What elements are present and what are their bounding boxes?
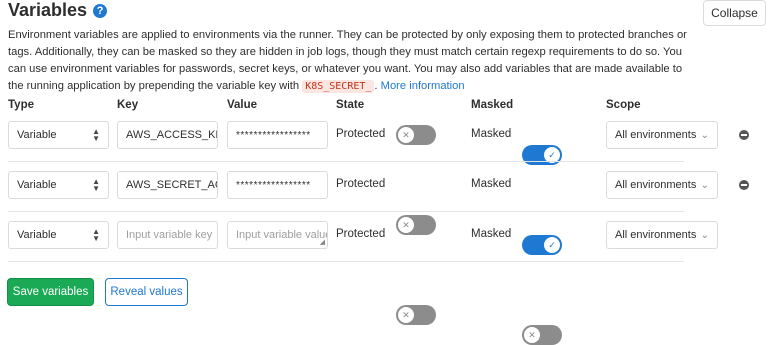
reveal-values-button[interactable]: Reveal values: [105, 278, 188, 306]
x-icon: ✕: [398, 307, 414, 323]
variable-key-input[interactable]: Input variable key: [117, 221, 218, 249]
section-title-text: Variables: [8, 0, 88, 20]
select-updown-icon: ▲ ▼: [92, 227, 100, 243]
section-title: Variables ?: [8, 0, 108, 21]
environment-scope-select[interactable]: All environments ⌄: [606, 171, 718, 199]
column-header-scope: Scope: [606, 99, 641, 111]
save-variables-button[interactable]: Save variables: [7, 278, 94, 306]
select-updown-icon: ▲ ▼: [92, 177, 100, 193]
protected-label: Protected: [336, 128, 386, 140]
environment-scope-value: All environments: [615, 229, 697, 241]
select-updown-icon: ▲ ▼: [92, 127, 100, 143]
environment-scope-value: All environments: [615, 129, 697, 141]
protected-toggle[interactable]: ✕: [396, 125, 436, 145]
variable-value-masked: *****************: [236, 129, 311, 141]
row-divider: [8, 261, 684, 262]
column-header-key: Key: [117, 99, 139, 111]
variable-type-value: Variable: [17, 179, 57, 191]
more-information-link[interactable]: More information: [381, 80, 465, 92]
variable-value-input[interactable]: *****************: [227, 121, 328, 149]
variable-key-input[interactable]: AWS_ACCESS_KE: [117, 121, 218, 149]
protected-label: Protected: [336, 228, 386, 240]
protected-toggle[interactable]: ✕: [396, 215, 436, 235]
variable-type-value: Variable: [17, 229, 57, 241]
variable-value-textarea[interactable]: Input variable value ◢: [227, 221, 328, 249]
masked-label: Masked: [471, 228, 512, 240]
variable-key-value: AWS_ACCESS_KE: [126, 129, 218, 141]
collapse-button[interactable]: Collapse: [703, 0, 766, 26]
row-divider: [8, 161, 684, 162]
remove-variable-icon[interactable]: [739, 130, 749, 140]
section-description: Environment variables are applied to env…: [8, 27, 698, 95]
variable-key-input[interactable]: AWS_SECRET_AC: [117, 171, 218, 199]
protected-toggle[interactable]: ✕: [396, 305, 436, 325]
x-icon: ✕: [524, 327, 540, 343]
x-icon: ✕: [398, 127, 414, 143]
question-circle-icon[interactable]: ?: [93, 3, 108, 18]
variable-type-value: Variable: [17, 129, 57, 141]
description-code: K8S_SECRET_: [302, 80, 375, 93]
masked-toggle[interactable]: ✕: [522, 325, 562, 345]
chevron-down-icon: ⌄: [700, 129, 709, 141]
environment-scope-select[interactable]: All environments ⌄: [606, 221, 718, 249]
row-divider: [8, 211, 684, 212]
environment-scope-select[interactable]: All environments ⌄: [606, 121, 718, 149]
variable-key-placeholder: Input variable key: [126, 229, 213, 241]
check-icon: ✓: [544, 237, 560, 253]
variable-key-value: AWS_SECRET_AC: [126, 179, 218, 191]
chevron-down-icon: ⌄: [700, 229, 709, 241]
chevron-down-icon: ⌄: [700, 179, 709, 191]
variable-value-input[interactable]: *****************: [227, 171, 328, 199]
remove-variable-icon[interactable]: [739, 180, 749, 190]
variable-type-select[interactable]: Variable ▲ ▼: [8, 171, 109, 199]
x-icon: ✕: [398, 217, 414, 233]
column-header-state: State: [336, 99, 365, 111]
variable-type-select[interactable]: Variable ▲ ▼: [8, 221, 109, 249]
resize-handle-icon[interactable]: ◢: [320, 238, 325, 246]
column-header-masked: Masked: [471, 99, 514, 111]
variable-type-select[interactable]: Variable ▲ ▼: [8, 121, 109, 149]
environment-scope-value: All environments: [615, 179, 697, 191]
variable-value-placeholder: Input variable value: [236, 229, 328, 241]
column-header-value: Value: [227, 99, 258, 111]
masked-label: Masked: [471, 128, 512, 140]
masked-toggle[interactable]: ✓: [522, 235, 562, 255]
column-header-type: Type: [8, 99, 34, 111]
variable-value-masked: *****************: [236, 179, 311, 191]
protected-label: Protected: [336, 178, 386, 190]
masked-toggle[interactable]: ✓: [522, 145, 562, 165]
masked-label: Masked: [471, 178, 512, 190]
